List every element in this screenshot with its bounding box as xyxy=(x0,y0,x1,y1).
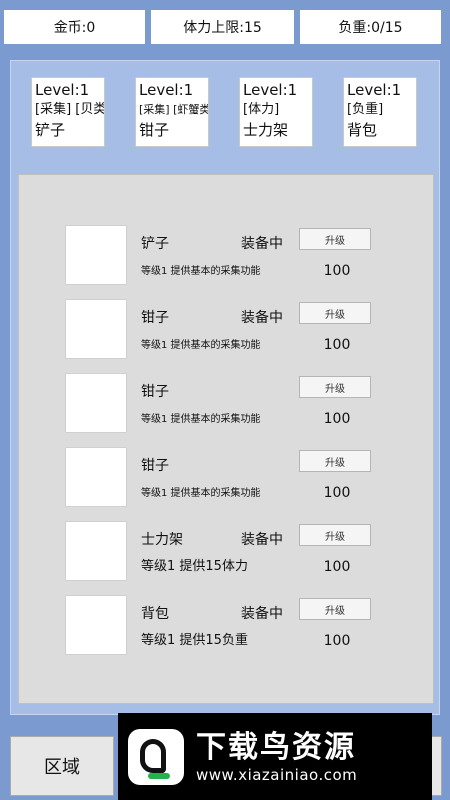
tool-card-shovel[interactable]: Level:1 [采集] [贝类] 铲子 xyxy=(31,77,105,147)
card-level: Level:1 xyxy=(139,81,194,99)
list-item: 钳子 等级1 提供基本的采集功能 升级 100 xyxy=(65,447,380,507)
upgrade-cost: 100 xyxy=(323,411,351,427)
card-tags: [负重] xyxy=(347,102,384,117)
list-item: 背包 装备中 等级1 提供15负重 升级 100 xyxy=(65,595,380,655)
equipped-status: 装备中 xyxy=(241,310,283,326)
item-name: 士力架 xyxy=(141,532,183,548)
upgrade-button[interactable]: 升级 xyxy=(299,302,371,324)
upgrade-cost: 100 xyxy=(323,559,351,575)
item-description: 等级1 提供基本的采集功能 xyxy=(141,340,261,351)
list-item: 士力架 装备中 等级1 提供15体力 升级 100 xyxy=(65,521,380,581)
card-level: Level:1 xyxy=(243,81,298,99)
tool-card-backpack[interactable]: Level:1 [负重] 背包 xyxy=(343,77,417,147)
upgrade-cost: 100 xyxy=(323,263,351,279)
item-name: 钳子 xyxy=(141,310,169,326)
stamina-limit-display: 体力上限:15 xyxy=(151,10,294,44)
upgrade-button[interactable]: 升级 xyxy=(299,228,371,250)
item-name: 背包 xyxy=(141,606,169,622)
list-item: 铲子 装备中 等级1 提供基本的采集功能 升级 100 xyxy=(65,225,380,285)
item-thumbnail xyxy=(65,373,127,433)
tool-cards: Level:1 [采集] [贝类] 铲子 Level:1 [采集] [虾蟹类] … xyxy=(31,77,419,147)
card-name: 背包 xyxy=(347,121,378,139)
card-tags: [体力] xyxy=(243,102,280,117)
item-name: 钳子 xyxy=(141,458,169,474)
list-item: 钳子 装备中 等级1 提供基本的采集功能 升级 100 xyxy=(65,299,380,359)
item-name: 钳子 xyxy=(141,384,169,400)
item-thumbnail xyxy=(65,521,127,581)
item-name: 铲子 xyxy=(141,236,169,252)
watermark-banner: 下载鸟资源 www.xiazainiao.com xyxy=(118,713,432,800)
tool-card-pliers[interactable]: Level:1 [采集] [虾蟹类] 钳子 xyxy=(135,77,209,147)
card-level: Level:1 xyxy=(35,81,90,99)
top-status-bar: 金币:0 体力上限:15 负重:0/15 xyxy=(4,10,446,44)
item-thumbnail xyxy=(65,447,127,507)
item-list-panel: 铲子 装备中 等级1 提供基本的采集功能 升级 100 钳子 装备中 等级1 提… xyxy=(18,174,434,704)
equipped-status: 装备中 xyxy=(241,236,283,252)
item-thumbnail xyxy=(65,225,127,285)
upgrade-button[interactable]: 升级 xyxy=(299,450,371,472)
upgrade-button[interactable]: 升级 xyxy=(299,376,371,398)
equipped-status: 装备中 xyxy=(241,532,283,548)
card-tags: [采集] [虾蟹类] xyxy=(139,103,209,116)
card-level: Level:1 xyxy=(347,81,402,99)
card-tags: [采集] [贝类] xyxy=(35,102,105,117)
card-name: 钳子 xyxy=(139,121,170,139)
area-nav-button[interactable]: 区域 xyxy=(10,736,114,796)
coins-display: 金币:0 xyxy=(4,10,145,44)
item-thumbnail xyxy=(65,595,127,655)
item-description: 等级1 提供15体力 xyxy=(141,559,248,574)
load-display: 负重:0/15 xyxy=(300,10,441,44)
upgrade-cost: 100 xyxy=(323,633,351,649)
item-thumbnail xyxy=(65,299,127,359)
upgrade-button[interactable]: 升级 xyxy=(299,524,371,546)
equipment-frame: Level:1 [采集] [贝类] 铲子 Level:1 [采集] [虾蟹类] … xyxy=(10,60,440,715)
upgrade-cost: 100 xyxy=(323,485,351,501)
item-description: 等级1 提供基本的采集功能 xyxy=(141,414,261,425)
bird-logo-icon xyxy=(128,728,184,785)
upgrade-cost: 100 xyxy=(323,337,351,353)
list-item: 钳子 等级1 提供基本的采集功能 升级 100 xyxy=(65,373,380,433)
card-name: 铲子 xyxy=(35,121,66,139)
watermark-title: 下载鸟资源 xyxy=(196,729,356,765)
card-name: 士力架 xyxy=(243,121,289,139)
item-description: 等级1 提供基本的采集功能 xyxy=(141,488,261,499)
watermark-text: 下载鸟资源 www.xiazainiao.com xyxy=(196,730,357,784)
tool-card-snickers[interactable]: Level:1 [体力] 士力架 xyxy=(239,77,313,147)
equipped-status: 装备中 xyxy=(241,606,283,622)
upgrade-button[interactable]: 升级 xyxy=(299,598,371,620)
item-description: 等级1 提供基本的采集功能 xyxy=(141,266,261,277)
watermark-url: www.xiazainiao.com xyxy=(196,765,358,784)
item-description: 等级1 提供15负重 xyxy=(141,633,248,648)
